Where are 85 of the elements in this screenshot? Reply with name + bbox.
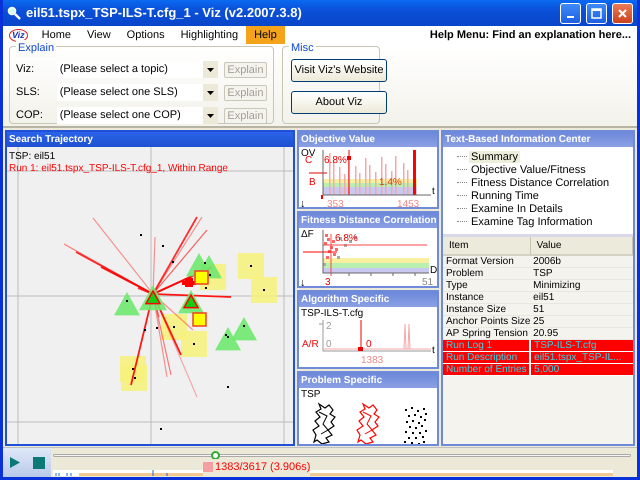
website-button[interactable]: Visit Viz's Website — [291, 59, 387, 82]
problem-label: TSP — [301, 389, 320, 400]
tree-item[interactable]: Examine In Details — [469, 202, 565, 214]
config-label: TSP-ILS-T.cfg — [301, 308, 364, 319]
field-label: SLS: — [16, 85, 41, 100]
tree-item[interactable]: Running Time — [469, 190, 541, 202]
panel-title: Problem Specific — [299, 373, 437, 388]
axis-label: t — [432, 186, 435, 197]
table-cell: Minimizing — [530, 280, 632, 292]
group-label: Misc — [289, 40, 316, 56]
column-header[interactable]: Item — [443, 237, 530, 255]
panel-title: Fitness Distance Correlation — [299, 213, 437, 228]
table-cell: Anchor Points Size — [443, 316, 530, 328]
field-label: COP: — [16, 108, 44, 124]
table-cell: Problem — [443, 268, 530, 280]
menu-item[interactable]: Help — [246, 26, 285, 44]
table-cell: TSP — [530, 268, 632, 280]
cities-drawing — [404, 407, 427, 444]
value-label: 0 — [366, 338, 372, 350]
tick-label: 2 — [326, 320, 332, 332]
close-button[interactable] — [612, 2, 633, 24]
axis-label: A/R — [302, 338, 319, 350]
tree-item[interactable]: Fitness Distance Correlation — [469, 176, 612, 188]
caret-icon — [206, 114, 214, 118]
table-cell: Instance Size — [443, 304, 530, 316]
table-cell: 5,000 — [530, 364, 632, 376]
position-marker-icon — [203, 462, 213, 472]
tick-label: 0 — [326, 338, 332, 350]
help-hint: Help Menu: Find an explanation here... — [430, 28, 631, 43]
menu-item[interactable]: Highlighting — [172, 26, 246, 44]
panel-title: Search Trajectory — [7, 132, 293, 147]
table-cell: Run Description — [443, 352, 530, 364]
table-cell: 25 — [530, 316, 632, 328]
menu-item[interactable]: View — [79, 26, 119, 44]
tree-item[interactable]: Summary — [469, 150, 520, 162]
position-label: 1383/3617 (3.906s) — [215, 460, 310, 475]
axis-label: D — [430, 265, 438, 276]
minimize-icon — [567, 16, 574, 18]
table-cell: 51 — [530, 304, 632, 316]
tree-item[interactable]: Examine Tag Information — [469, 216, 594, 228]
tour-drawing — [356, 402, 380, 444]
maximize-button[interactable] — [586, 2, 607, 24]
tree-item[interactable]: Objective Value/Fitness — [469, 164, 588, 176]
panel-title: Text-Based Information Center — [443, 132, 633, 147]
percentage-label: 6.8% — [324, 155, 347, 166]
table-cell: Type — [443, 280, 530, 292]
panel-title: Objective Value — [299, 132, 437, 147]
table-cell: Number of Entries — [443, 364, 530, 376]
table-cell: TSP-ILS-T.cfg — [530, 340, 632, 352]
percentage-label: 1.4% — [379, 177, 402, 188]
table-cell: eil51.tspx_TSP-IL... — [530, 352, 632, 364]
window-title: eil51.tspx_TSP-ILS-T.cfg_1 - Viz (v2.2007.3.8) — [26, 4, 302, 22]
maximize-icon — [591, 8, 602, 18]
arrow-label: ↓ — [300, 277, 306, 286]
axis-label: t — [432, 344, 435, 356]
table-cell: 2006b — [530, 255, 632, 268]
table-cell: Format Version — [443, 255, 530, 268]
caret-icon — [206, 68, 214, 72]
caret-icon — [206, 90, 214, 94]
field-label: Viz: — [16, 62, 36, 78]
table-cell: Instance — [443, 292, 530, 304]
table-cell: Run Log 1 — [443, 340, 530, 352]
tick-label: 3 — [325, 277, 331, 286]
tick-label: 51 — [422, 277, 434, 286]
tour-drawing — [312, 402, 336, 444]
tick-label: 1383 — [361, 354, 384, 366]
arrow-label: ↓ — [300, 198, 306, 208]
panel-title: Algorithm Specific — [299, 292, 437, 307]
timeline-slider[interactable] — [53, 454, 631, 457]
magnifier-icon — [7, 6, 21, 20]
run-label: Run 1: eil51.tspx_TSP-ILS-T.cfg_1, Within Range — [9, 163, 228, 174]
minimize-button[interactable] — [560, 2, 581, 24]
group-label: Explain — [16, 40, 56, 56]
about-button[interactable]: About Viz — [291, 91, 387, 114]
problem-label: TSP: eil51 — [9, 151, 56, 162]
axis-label: ΔF — [301, 229, 314, 240]
play-button[interactable] — [9, 456, 21, 469]
stop-button[interactable] — [33, 456, 45, 468]
column-header[interactable]: Value — [530, 237, 632, 255]
close-icon — [617, 8, 628, 18]
table-cell: eil51 — [530, 292, 632, 304]
percentage-label: 6.8% — [335, 233, 358, 244]
menu-item[interactable]: Options — [118, 26, 173, 44]
marker-label: C — [305, 155, 312, 166]
marker-label: B — [309, 177, 316, 188]
